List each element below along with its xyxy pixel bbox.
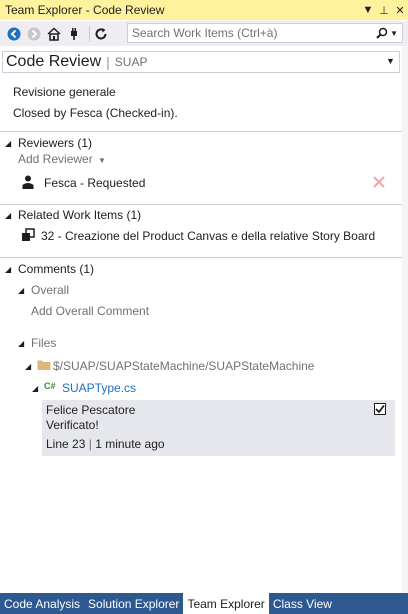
csharp-file-icon: C# [44,381,56,391]
reviewer-item: Fesca - Requested [44,176,146,190]
header-divider: | [106,54,110,70]
title-bar: Team Explorer - Code Review ▼ ⊥ ✕ [0,0,408,20]
home-icon[interactable] [46,26,62,42]
toolbar: ▼ [0,21,408,46]
search-input[interactable] [128,26,362,40]
close-button[interactable]: ✕ [392,4,408,17]
divider [0,204,402,205]
search-icon [376,27,388,39]
user-icon [22,175,34,192]
forward-icon[interactable] [26,26,42,42]
comment-time: 1 minute ago [95,437,165,451]
collapse-overall-icon[interactable]: ◢ [18,286,24,295]
collapse-reviewers-icon[interactable]: ◢ [5,139,11,148]
search-controls[interactable]: ▼ [362,27,402,39]
page-header-selector[interactable]: Code Review | SUAP [2,51,400,73]
divider [0,131,402,132]
tab-code-analysis[interactable]: Code Analysis [0,593,84,614]
bottom-tab-bar: Code Analysis Solution Explorer Team Exp… [0,593,408,614]
work-items-heading[interactable]: Related Work Items (1) [18,208,141,222]
tab-solution-explorer[interactable]: Solution Explorer [84,593,183,614]
collapse-folder-icon[interactable]: ◢ [25,362,31,371]
comment-line[interactable]: Line 23 [46,437,85,451]
collapse-comments-icon[interactable]: ◢ [5,265,11,274]
comments-heading[interactable]: Comments (1) [18,262,94,276]
collapse-file-icon[interactable]: ◢ [32,384,38,393]
work-item-icon [21,228,35,245]
search-box: ▼ [127,23,403,43]
project-name: SUAP [114,55,148,69]
page-title: Code Review [6,53,102,70]
connect-icon[interactable] [66,26,82,42]
add-overall-comment-link[interactable]: Add Overall Comment [31,304,149,318]
review-status: Closed by Fesca (Checked-in). [13,106,178,120]
back-icon[interactable] [6,26,22,42]
page-dropdown-icon[interactable]: ▼ [386,56,395,66]
remove-reviewer-icon[interactable] [373,176,385,191]
tab-team-explorer[interactable]: Team Explorer [183,593,269,614]
chevron-down-icon: ▼ [98,156,106,165]
comment-author: Felice Pescatore [46,403,136,417]
files-heading[interactable]: Files [31,336,56,350]
divider [0,257,402,258]
reviewers-heading[interactable]: Reviewers (1) [18,136,92,150]
panel-edge [402,46,408,593]
work-item-link[interactable]: 32 - Creazione del Product Canvas e dell… [41,229,375,243]
window-title: Team Explorer - Code Review [5,3,165,17]
pin-button[interactable]: ⊥ [376,4,392,17]
refresh-icon[interactable] [93,26,109,42]
collapse-files-icon[interactable]: ◢ [18,339,24,348]
folder-path[interactable]: $/SUAP/SUAPStateMachine/SUAPStateMachine [53,359,314,373]
window-menu-dropdown[interactable]: ▼ [360,4,376,16]
comment-text: Verificato! [46,418,99,432]
review-name: Revisione generale [13,85,116,99]
checkmark-icon [375,404,385,414]
folder-icon [37,359,51,374]
tab-class-view[interactable]: Class View [269,593,336,614]
comment-meta: Line 23 | 1 minute ago [46,437,165,451]
collapse-work-items-icon[interactable]: ◢ [5,211,11,220]
file-link[interactable]: SUAPType.cs [62,381,136,395]
resolved-checkbox[interactable] [374,403,386,415]
meta-divider: | [88,437,92,451]
add-reviewer-link[interactable]: Add Reviewer ▼ [18,152,106,166]
overall-heading[interactable]: Overall [31,283,69,297]
add-reviewer-label: Add Reviewer [18,152,93,166]
toolbar-separator [89,25,90,42]
search-dropdown-icon: ▼ [390,28,398,38]
